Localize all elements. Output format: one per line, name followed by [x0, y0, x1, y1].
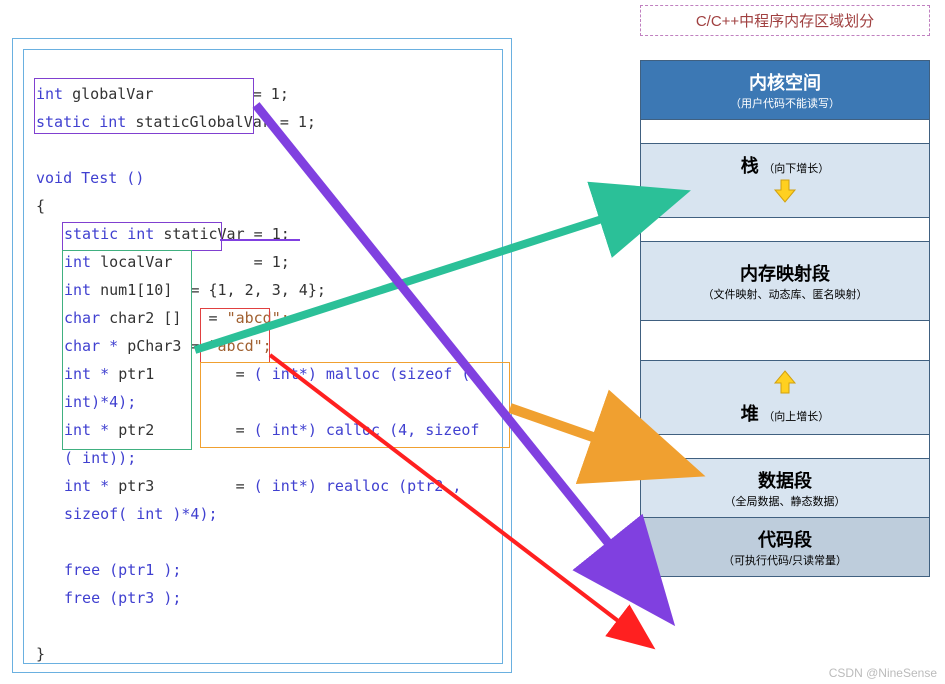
mem-kernel: 内核空间（用户代码不能读写） — [641, 61, 929, 120]
mem-codeseg: 代码段（可执行代码/只读常量） — [641, 518, 929, 576]
code-line-ptr3: int * ptr3 = ( int*) realloc (ptr2 , siz… — [36, 472, 490, 528]
mem-gap-3 — [641, 321, 929, 361]
grow-down-icon — [645, 178, 925, 209]
mem-gap-1 — [641, 120, 929, 144]
mem-heap: 堆 （向上增长） — [641, 361, 929, 435]
watermark: CSDN @NineSense — [829, 666, 937, 680]
highlight-string-box — [200, 308, 270, 363]
code-rbrace: } — [36, 640, 490, 668]
highlight-staticvar-box — [62, 222, 222, 251]
code-lbrace: { — [36, 192, 490, 220]
mem-dataseg: 数据段（全局数据、静态数据） — [641, 459, 929, 518]
title-text: C/C++中程序内存区域划分 — [696, 13, 874, 30]
mem-gap-4 — [641, 435, 929, 459]
code-line-func: void Test () — [36, 164, 490, 192]
highlight-global-box — [34, 78, 254, 134]
memory-layout-column: 内核空间（用户代码不能读写） 栈 （向下增长） 内存映射段（文件映射、动态库、匿… — [640, 60, 930, 577]
code-outer-frame: int globalVar = 1; static int staticGlob… — [12, 38, 512, 673]
grow-up-icon — [645, 369, 925, 400]
diagram-title: C/C++中程序内存区域划分 — [640, 5, 930, 36]
mem-mmap: 内存映射段（文件映射、动态库、匿名映射） — [641, 242, 929, 321]
code-line-free3: free (ptr3 ); — [36, 584, 490, 612]
highlight-malloc-box — [200, 362, 510, 448]
code-line-free1: free (ptr1 ); — [36, 556, 490, 584]
mem-stack: 栈 （向下增长） — [641, 144, 929, 218]
highlight-local-box — [62, 250, 192, 450]
code-panel: int globalVar = 1; static int staticGlob… — [23, 49, 503, 664]
arrow-malloc-to-heap — [510, 408, 630, 450]
mem-gap-2 — [641, 218, 929, 242]
